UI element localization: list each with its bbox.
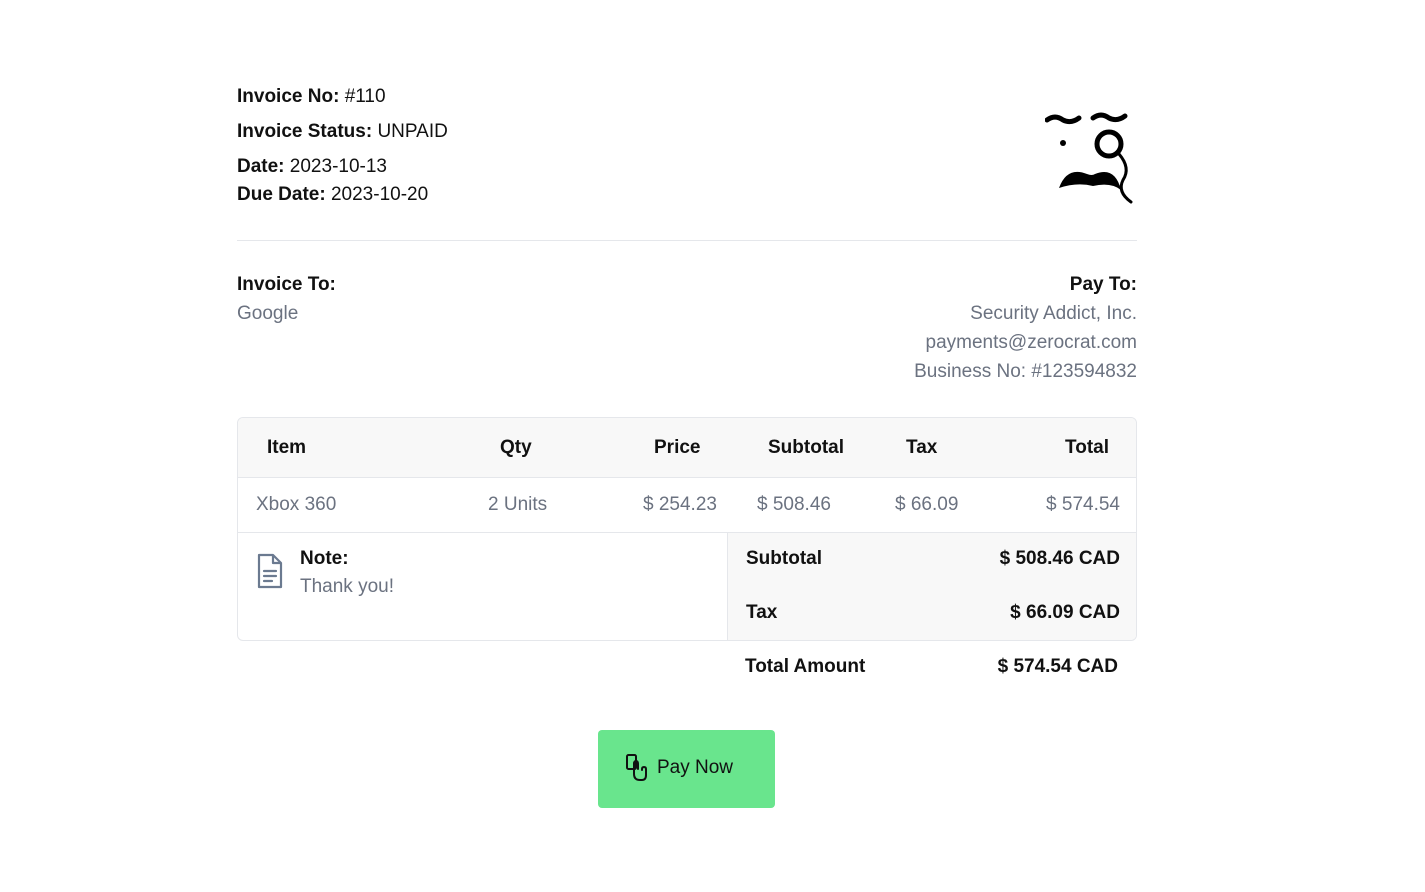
invoice-to-title: Invoice To: <box>237 274 336 295</box>
invoice-status-value: UNPAID <box>377 121 448 142</box>
monocle-mustache-logo <box>1045 112 1133 204</box>
document-icon <box>257 553 283 589</box>
cell-price: $ 254.23 <box>643 494 717 515</box>
cell-subtotal: $ 508.46 <box>757 494 831 515</box>
invoice-due-date-value: 2023-10-20 <box>330 184 429 205</box>
pay-to-title: Pay To: <box>1069 274 1137 295</box>
invoice-status-label: Invoice Status: <box>237 121 373 142</box>
cell-qty: 2 Units <box>488 494 548 515</box>
column-header-subtotal: Subtotal <box>768 437 844 458</box>
note-label: Note: <box>300 548 349 569</box>
note-text: Thank you! <box>300 576 394 597</box>
header-divider <box>237 240 1137 241</box>
invoice-date: Date: 2023-10-13 <box>237 156 387 178</box>
total-amount-label: Total Amount <box>745 656 866 677</box>
pay-now-button[interactable]: Pay Now <box>598 730 775 808</box>
invoice-number: Invoice No: #110 <box>237 86 386 108</box>
hand-card-icon <box>626 754 647 781</box>
column-header-tax: Tax <box>906 437 938 458</box>
table-header: Item Qty Price Subtotal Tax Total <box>238 418 1136 478</box>
column-header-total: Total <box>1065 437 1109 458</box>
invoice-to-name: Google <box>237 303 299 324</box>
cell-item: Xbox 360 <box>256 494 337 515</box>
cell-tax: $ 66.09 <box>895 494 959 515</box>
pay-to-email: payments@zerocrat.com <box>925 332 1137 353</box>
invoice-date-value: 2023-10-13 <box>289 156 387 177</box>
note-section: Note: Thank you! <box>238 533 728 640</box>
invoice-date-label: Date: <box>237 156 285 177</box>
column-header-price: Price <box>654 437 701 458</box>
summary-subtotal-label: Subtotal <box>746 548 822 569</box>
summary-panel: Subtotal $ 508.46 CAD Tax $ 66.09 CAD <box>727 533 1136 640</box>
total-amount-value: $ 574.54 CAD <box>997 656 1118 677</box>
invoice-number-label: Invoice No: <box>237 86 340 107</box>
invoice-due-date: Due Date: 2023-10-20 <box>237 184 428 206</box>
column-header-qty: Qty <box>500 437 532 458</box>
pay-now-label: Pay Now <box>657 757 734 778</box>
invoice-status: Invoice Status: UNPAID <box>237 121 448 143</box>
pay-to-company: Security Addict, Inc. <box>970 303 1137 324</box>
table-row: Xbox 360 2 Units $ 254.23 $ 508.46 $ 66.… <box>238 478 1136 533</box>
pay-to-business-no: Business No: #123594832 <box>914 361 1137 382</box>
summary-subtotal-value: $ 508.46 CAD <box>999 548 1120 569</box>
summary-tax-value: $ 66.09 CAD <box>1010 602 1120 623</box>
invoice-number-value: #110 <box>344 86 386 107</box>
invoice-due-date-label: Due Date: <box>237 184 326 205</box>
column-header-item: Item <box>267 437 307 458</box>
cell-total: $ 574.54 <box>1046 494 1120 515</box>
summary-tax-label: Tax <box>746 602 778 623</box>
invoice-items-table: Item Qty Price Subtotal Tax Total Xbox 3… <box>237 417 1137 641</box>
